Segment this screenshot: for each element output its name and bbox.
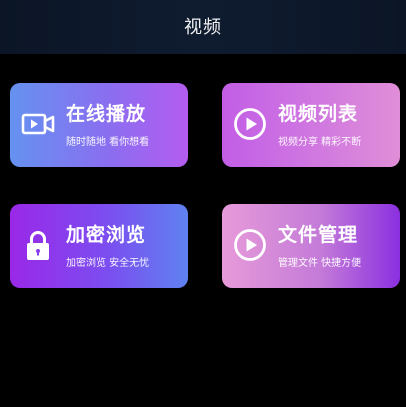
card-title: 视频列表 <box>278 103 359 125</box>
page-title: 视频 <box>184 17 222 38</box>
video-screen: 视频 在线播放 随时随地 看你想看 视频列表 视频分享 精彩不断 加密浏览 加密… <box>0 0 406 407</box>
card-subtitle: 视频分享 精彩不断 <box>278 137 362 148</box>
play-circle-icon <box>232 227 268 263</box>
top-bar: 视频 <box>0 0 406 54</box>
encrypted-browse-card[interactable]: 加密浏览 加密浏览 安全无忧 <box>10 204 188 288</box>
online-play-card[interactable]: 在线播放 随时随地 看你想看 <box>10 83 188 167</box>
card-title: 加密浏览 <box>66 224 147 246</box>
card-subtitle: 管理文件 快捷方便 <box>278 258 362 269</box>
lock-icon <box>20 227 56 263</box>
card-subtitle: 随时随地 看你想看 <box>66 137 150 148</box>
file-management-card[interactable]: 文件管理 管理文件 快捷方便 <box>222 204 400 288</box>
video-camera-icon <box>20 106 56 142</box>
play-circle-icon <box>232 106 268 142</box>
video-list-card[interactable]: 视频列表 视频分享 精彩不断 <box>222 83 400 167</box>
card-title: 文件管理 <box>278 224 359 246</box>
card-title: 在线播放 <box>66 103 147 125</box>
card-subtitle: 加密浏览 安全无忧 <box>66 258 150 269</box>
